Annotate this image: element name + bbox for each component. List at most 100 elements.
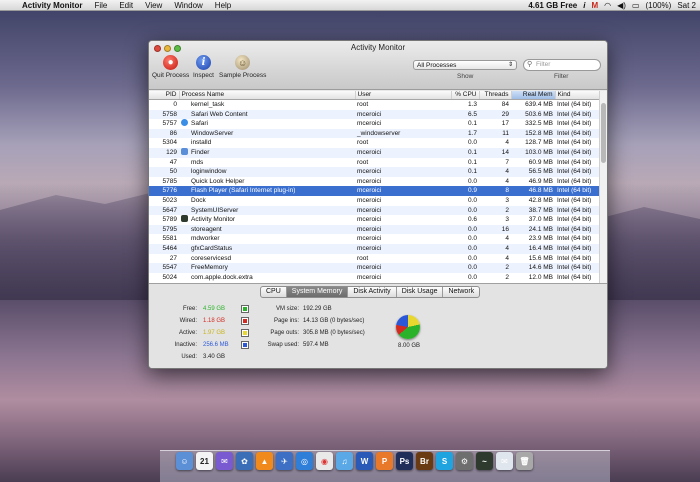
bridge-icon[interactable]: Br — [416, 452, 433, 470]
word-icon[interactable]: W — [356, 452, 373, 470]
table-scrollbar[interactable] — [599, 91, 607, 283]
table-row[interactable]: 129 Finder mceroici 0.1 14 103.0 MB Intel (64 … — [149, 147, 601, 158]
gmail-icon[interactable]: M — [591, 1, 598, 10]
inspect-button[interactable]: i Inspect — [193, 55, 214, 79]
battery-percent[interactable]: (100%) — [646, 1, 672, 10]
cyberduck-icon[interactable]: ✈ — [276, 452, 293, 470]
cell-pid: 5464 — [149, 243, 179, 254]
table-row[interactable]: 5023 Dock mceroici 0.0 3 42.8 MB Intel (64 bit… — [149, 196, 601, 206]
cell-threads: 8 — [479, 186, 511, 196]
trash-icon[interactable]: 🗑 — [516, 452, 533, 470]
column-cpu[interactable]: % CPU — [451, 91, 480, 100]
tab-system-memory[interactable]: System Memory — [286, 287, 349, 297]
menu-edit[interactable]: Edit — [119, 1, 133, 10]
table-row[interactable]: 5304 installd root 0.0 4 128.7 MB Intel (64 bi… — [149, 138, 601, 148]
table-row[interactable]: 5464 gfxCardStatus mceroici 0.0 4 16.4 MB Inte… — [149, 243, 601, 254]
safari-icon[interactable]: ◎ — [296, 452, 313, 470]
activity-monitor-icon[interactable]: ~ — [476, 452, 493, 470]
free-color-swatch[interactable] — [241, 305, 249, 313]
column-real-mem[interactable]: Real Mem — [511, 91, 556, 100]
process-filter-select[interactable]: All Processes ⇕ — [413, 60, 517, 70]
window-toolbar: Activity Monitor ● Quit Process i Inspec… — [149, 41, 607, 90]
mail-icon[interactable]: ✉ — [496, 452, 513, 470]
cell-cpu: 6.5 — [451, 109, 479, 120]
cell-process-name: loginwindow — [179, 167, 355, 177]
calendar-icon[interactable]: 21 — [196, 452, 213, 470]
column-pid[interactable]: PID — [149, 91, 180, 100]
cell-threads: 7 — [505, 158, 509, 166]
cell-kind: Intel (64 bit) — [555, 128, 601, 139]
table-row[interactable]: 5024 com.apple.dock.extra mceroici 0.0 2 12.0… — [149, 273, 601, 283]
pages-icon[interactable]: P — [376, 452, 393, 470]
cell-cpu: 0.9 — [451, 186, 479, 196]
table-row[interactable]: 5581 mdworker mceroici 0.0 4 23.9 MB Intel (64… — [149, 234, 601, 244]
cell-threads: 4 — [505, 139, 509, 147]
menu-help[interactable]: Help — [215, 1, 231, 10]
process-name-text: installd — [191, 139, 212, 147]
table-row[interactable]: 5547 FreeMemory mceroici 0.0 2 14.6 MB Intel (… — [149, 263, 601, 273]
cell-kind: Intel (64 bit) — [557, 177, 592, 185]
vlc-icon[interactable]: ▲ — [256, 452, 273, 470]
cell-real-mem: 503.6 MB — [511, 109, 555, 120]
tab-cpu[interactable]: CPU — [261, 287, 287, 297]
active-color-swatch[interactable] — [241, 329, 249, 337]
page-ins-value: 14.13 GB (0 bytes/sec) — [303, 318, 365, 324]
table-row[interactable]: 5757 Safari mceroici 0.1 17 332.5 MB Intel (64… — [149, 119, 601, 129]
column-process-name[interactable]: Process Name — [179, 91, 356, 100]
menu-file[interactable]: File — [94, 1, 107, 10]
battery-icon[interactable]: ▭ — [632, 1, 640, 10]
cell-threads: 11 — [479, 128, 511, 139]
process-icon — [181, 273, 188, 280]
quit-process-button[interactable]: ● Quit Process — [152, 55, 189, 79]
table-row[interactable]: 5647 SystemUIServer mceroici 0.0 2 38.7 MB Int… — [149, 205, 601, 216]
free-memory-status[interactable]: 4.61 GB Free — [528, 1, 577, 10]
wired-color-swatch[interactable] — [241, 317, 249, 325]
skype-icon[interactable]: S — [436, 452, 453, 470]
inactive-color-swatch[interactable] — [241, 341, 249, 349]
table-row[interactable]: 50 loginwindow mceroici 0.1 4 56.5 MB Intel (6… — [149, 167, 601, 177]
preview-icon[interactable]: ✉ — [216, 452, 233, 470]
table-header-row: PID Process Name User % CPU Threads Real… — [149, 91, 601, 100]
menu-window[interactable]: Window — [174, 1, 202, 10]
sample-process-button[interactable]: ☺ Sample Process — [219, 55, 266, 79]
info-icon[interactable]: i — [583, 1, 585, 10]
tab-disk-usage[interactable]: Disk Usage — [397, 287, 444, 297]
cell-real-mem: 14.6 MB — [511, 263, 555, 273]
table-row[interactable]: 47 mds root 0.1 7 60.9 MB Intel (64 bit) — [149, 158, 601, 168]
process-name-text: Flash Player (Safari Internet plug-in) — [191, 187, 296, 195]
table-row[interactable]: 5795 storeagent mceroici 0.0 16 24.1 MB Intel … — [149, 224, 601, 235]
filter-search-input[interactable]: ⚲ Filter — [523, 59, 601, 71]
volume-icon[interactable]: ◀) — [617, 1, 626, 10]
cell-real-mem: 12.0 MB — [528, 273, 553, 281]
tab-network[interactable]: Network — [443, 287, 479, 297]
menu-view[interactable]: View — [145, 1, 162, 10]
process-name-text: mds — [191, 158, 204, 166]
itunes-icon[interactable]: ♫ — [336, 452, 353, 470]
iphoto-icon[interactable]: ✿ — [236, 452, 253, 470]
table-row[interactable]: 27 coreservicesd root 0.0 4 15.6 MB Intel (64 … — [149, 254, 601, 264]
menu-clock[interactable]: Sat 2 — [677, 1, 696, 10]
photoshop-icon[interactable]: Ps — [396, 452, 413, 470]
column-threads[interactable]: Threads — [479, 91, 512, 100]
cell-process-name: Flash Player (Safari Internet plug-in) — [179, 186, 355, 196]
table-row[interactable]: 5785 Quick Look Helper mceroici 0.0 4 46.9 MB… — [149, 177, 601, 187]
wifi-icon[interactable]: ◠ — [604, 1, 611, 10]
table-row[interactable]: 0 kernel_task root 1.3 84 639.4 MB Intel (64 b… — [149, 100, 601, 110]
table-row[interactable]: 5789 Activity Monitor mceroici 0.6 3 37.0 MB I… — [149, 215, 601, 225]
finder-icon[interactable]: ☺ — [176, 452, 193, 470]
column-user[interactable]: User — [355, 91, 452, 100]
info-circle-icon: i — [195, 55, 211, 70]
cell-process-name: mdworker — [179, 234, 355, 244]
menu-app-name[interactable]: Activity Monitor — [22, 1, 82, 10]
column-kind[interactable]: Kind — [555, 91, 601, 100]
cell-threads: 4 — [505, 177, 509, 185]
window-title: Activity Monitor — [350, 43, 406, 52]
table-row[interactable]: 5776 Flash Player (Safari Internet plug-i… — [149, 186, 601, 196]
table-row[interactable]: 86 WindowServer _windowserver 1.7 11 152.8 MB… — [149, 128, 601, 139]
scrollbar-thumb[interactable] — [601, 103, 606, 163]
cell-user: root — [357, 254, 369, 262]
utility-icon[interactable]: ⚙ — [456, 452, 473, 470]
chrome-icon[interactable]: ◉ — [316, 452, 333, 470]
tab-disk-activity[interactable]: Disk Activity — [348, 287, 397, 297]
table-row[interactable]: 5758 Safari Web Content mceroici 6.5 29 503.6… — [149, 109, 601, 120]
